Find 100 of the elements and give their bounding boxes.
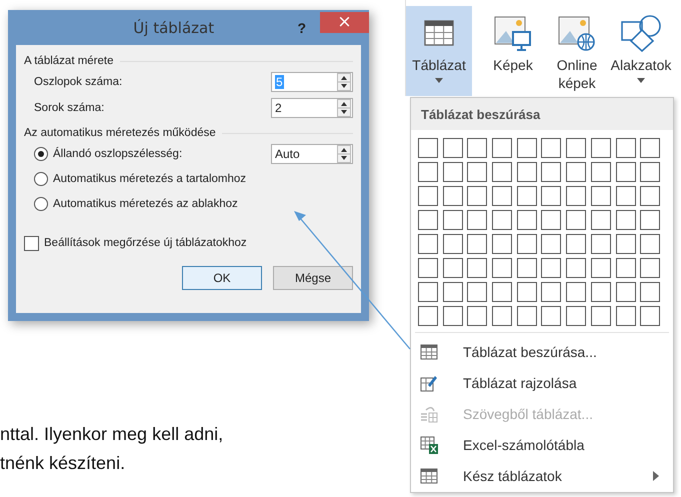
grid-cell[interactable] (418, 138, 438, 158)
grid-cell[interactable] (467, 234, 488, 254)
grid-cell[interactable] (640, 306, 660, 326)
grid-cell[interactable] (566, 210, 586, 230)
grid-cell[interactable] (566, 234, 586, 254)
grid-cell[interactable] (541, 234, 562, 254)
grid-cell[interactable] (442, 162, 463, 182)
grid-cell[interactable] (590, 234, 611, 254)
close-button[interactable]: × (320, 12, 369, 33)
grid-cell[interactable] (590, 258, 611, 278)
grid-cell[interactable] (541, 258, 562, 278)
grid-cell[interactable] (492, 234, 512, 254)
grid-cell[interactable] (492, 210, 512, 230)
grid-cell[interactable] (516, 210, 537, 230)
menu-item[interactable]: Táblázat beszúrása... (411, 336, 673, 367)
grid-cell[interactable] (516, 306, 537, 326)
help-button[interactable]: ? (291, 18, 312, 36)
ribbon-button[interactable]: Alakzatok (610, 6, 672, 96)
grid-cell[interactable] (616, 282, 636, 302)
grid-cell[interactable] (640, 138, 660, 158)
grid-cell[interactable] (418, 258, 438, 278)
grid-cell[interactable] (541, 306, 562, 326)
grid-cell[interactable] (516, 162, 537, 182)
radio-button[interactable] (34, 172, 48, 186)
grid-cell[interactable] (616, 234, 636, 254)
grid-cell[interactable] (590, 306, 611, 326)
picture-globe-icon (558, 14, 596, 52)
table-pencil-icon (419, 374, 439, 392)
ribbon-button[interactable]: Online képek (546, 6, 608, 96)
grid-cell[interactable] (566, 258, 586, 278)
cancel-button[interactable]: Mégse (273, 266, 353, 290)
grid-cell[interactable] (566, 186, 586, 206)
grid-cell[interactable] (467, 306, 488, 326)
grid-cell[interactable] (616, 162, 636, 182)
grid-cell[interactable] (640, 282, 660, 302)
grid-cell[interactable] (590, 138, 611, 158)
grid-cell[interactable] (541, 138, 562, 158)
grid-cell[interactable] (616, 306, 636, 326)
grid-cell[interactable] (566, 162, 586, 182)
grid-cell[interactable] (442, 234, 463, 254)
checkbox[interactable] (24, 236, 39, 250)
menu-item[interactable]: Táblázat rajzolása (411, 367, 673, 398)
grid-cell[interactable] (541, 282, 562, 302)
grid-cell[interactable] (516, 186, 537, 206)
grid-cell[interactable] (640, 234, 660, 254)
grid-cell[interactable] (418, 162, 438, 182)
grid-cell[interactable] (467, 210, 488, 230)
grid-cell[interactable] (640, 186, 660, 206)
grid-cell[interactable] (442, 138, 463, 158)
ok-button[interactable]: OK (182, 266, 262, 290)
ribbon-button[interactable]: Táblázat (406, 6, 472, 96)
grid-cell[interactable] (566, 138, 586, 158)
grid-cell[interactable] (590, 210, 611, 230)
grid-cell[interactable] (492, 282, 512, 302)
grid-cell[interactable] (516, 282, 537, 302)
grid-cell[interactable] (418, 282, 438, 302)
grid-cell[interactable] (418, 234, 438, 254)
grid-cell[interactable] (516, 234, 537, 254)
grid-cell[interactable] (492, 306, 512, 326)
grid-cell[interactable] (492, 258, 512, 278)
grid-cell[interactable] (590, 186, 611, 206)
grid-cell[interactable] (492, 162, 512, 182)
radio-button[interactable] (34, 146, 48, 160)
grid-cell[interactable] (467, 258, 488, 278)
grid-cell[interactable] (418, 306, 438, 326)
grid-cell[interactable] (541, 186, 562, 206)
grid-cell[interactable] (467, 162, 488, 182)
grid-cell[interactable] (616, 258, 636, 278)
grid-cell[interactable] (467, 138, 488, 158)
grid-cell[interactable] (541, 162, 562, 182)
grid-cell[interactable] (640, 210, 660, 230)
grid-cell[interactable] (616, 138, 636, 158)
menu-item[interactable]: Kész táblázatok (411, 460, 673, 491)
grid-cell[interactable] (541, 210, 562, 230)
grid-cell[interactable] (442, 306, 463, 326)
grid-cell[interactable] (467, 186, 488, 206)
grid-cell[interactable] (640, 162, 660, 182)
grid-cell[interactable] (640, 258, 660, 278)
grid-cell[interactable] (442, 258, 463, 278)
grid-cell[interactable] (566, 282, 586, 302)
grid-cell[interactable] (442, 282, 463, 302)
grid-cell[interactable] (418, 186, 438, 206)
grid-cell[interactable] (492, 138, 512, 158)
grid-cell[interactable] (516, 138, 537, 158)
grid-cell[interactable] (442, 186, 463, 206)
grid-cell[interactable] (467, 282, 488, 302)
grid-cell[interactable] (442, 210, 463, 230)
menu-item[interactable]: Excel-számolótábla (411, 429, 673, 460)
grid-cell[interactable] (418, 210, 438, 230)
grid-cell[interactable] (616, 186, 636, 206)
grid-cell[interactable] (492, 186, 512, 206)
grid-cell[interactable] (616, 210, 636, 230)
grid-cell[interactable] (590, 162, 611, 182)
spin-field[interactable]: 2 (271, 98, 353, 118)
grid-cell[interactable] (590, 282, 611, 302)
radio-button[interactable] (34, 196, 48, 210)
ribbon-button[interactable]: Képek (482, 6, 544, 96)
grid-cell[interactable] (566, 306, 586, 326)
grid-cell[interactable] (516, 258, 537, 278)
spin-field[interactable]: Auto (271, 144, 353, 164)
